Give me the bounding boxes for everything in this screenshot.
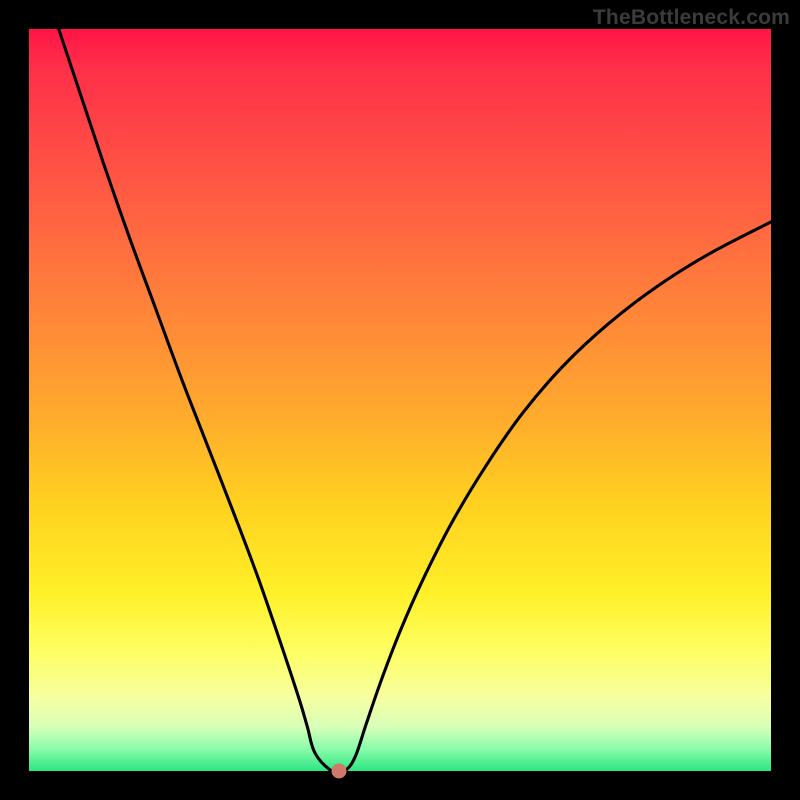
optimum-marker [332, 764, 347, 779]
plot-area [29, 29, 771, 771]
watermark-text: TheBottleneck.com [593, 6, 790, 30]
bottleneck-curve [29, 29, 771, 771]
chart-frame: TheBottleneck.com [0, 0, 800, 800]
